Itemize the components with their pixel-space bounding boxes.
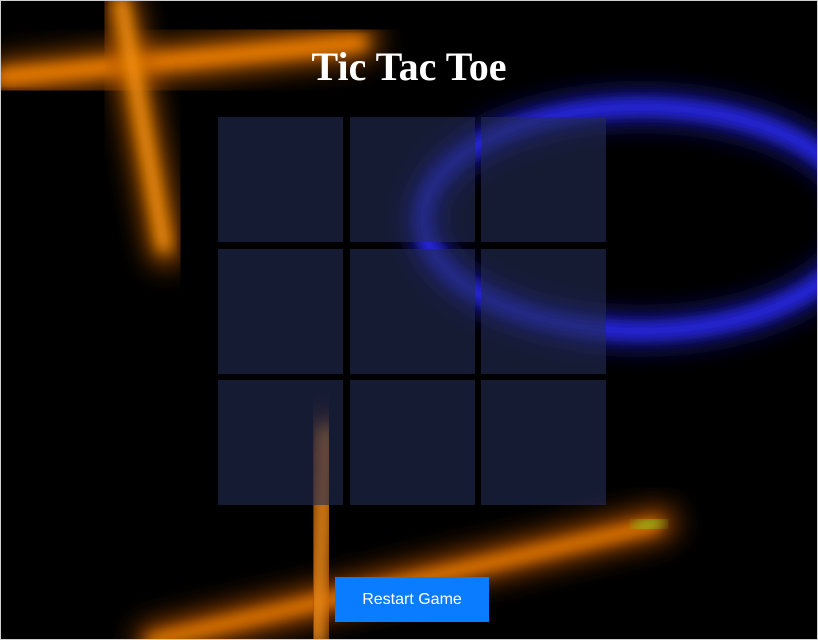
board-cell-7[interactable]: [218, 380, 343, 505]
board-cell-2[interactable]: [349, 117, 475, 242]
board-cell-8[interactable]: [349, 380, 475, 505]
game-title: Tic Tac Toe: [311, 44, 507, 89]
game-board: [218, 117, 606, 505]
game-window: Tic Tac Toe Restart Game: [0, 0, 818, 640]
restart-game-button[interactable]: Restart Game: [335, 577, 489, 622]
board-cell-4[interactable]: [218, 248, 343, 374]
board-cell-1[interactable]: [218, 117, 343, 242]
board-cell-3[interactable]: [481, 117, 606, 242]
board-cell-9[interactable]: [481, 380, 606, 505]
board-cell-5[interactable]: [349, 248, 475, 374]
board-cell-6[interactable]: [481, 248, 606, 374]
